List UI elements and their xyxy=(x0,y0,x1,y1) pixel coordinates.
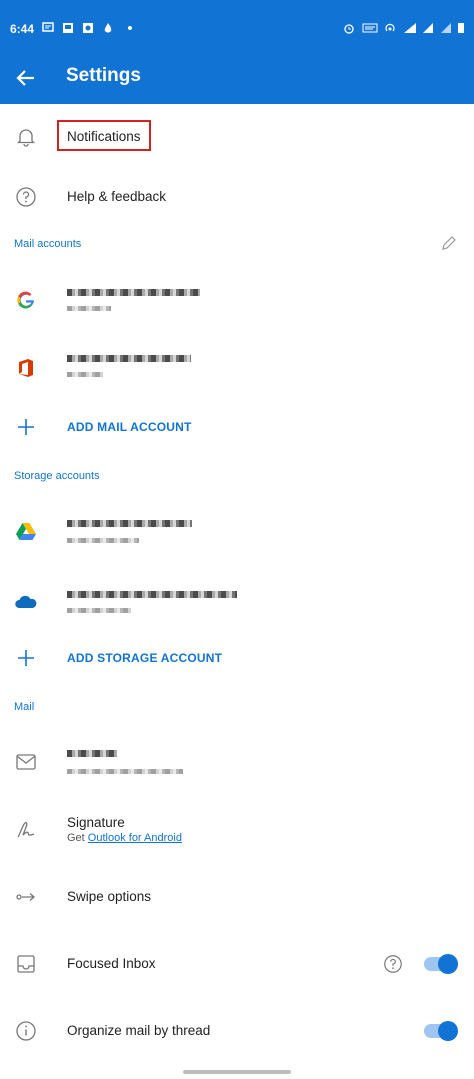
signal-icon xyxy=(423,23,433,33)
settings-item-focused-inbox[interactable]: Focused Inbox xyxy=(0,943,474,985)
app-notification-icon-2 xyxy=(83,23,93,33)
focused-inbox-label: Focused Inbox xyxy=(67,956,156,971)
storage-account-google-drive[interactable] xyxy=(0,510,474,558)
redacted-account-type xyxy=(67,372,103,377)
fire-icon xyxy=(104,23,112,33)
mail-envelope-icon xyxy=(16,754,36,770)
alarm-icon xyxy=(344,24,354,34)
redacted-email xyxy=(67,520,192,527)
volte-icon xyxy=(362,23,378,33)
lte-signal-icon xyxy=(404,23,416,33)
message-icon xyxy=(42,22,54,32)
default-mail-account-item[interactable] xyxy=(0,738,474,786)
help-feedback-label: Help & feedback xyxy=(67,189,167,204)
hotspot-icon xyxy=(385,23,395,32)
focused-inbox-help-icon[interactable] xyxy=(382,953,404,975)
google-drive-icon xyxy=(16,523,36,540)
signature-pen-icon xyxy=(17,821,35,838)
app-notification-icon xyxy=(63,23,73,33)
help-icon xyxy=(16,187,36,207)
redacted-email xyxy=(67,769,183,774)
settings-item-help[interactable]: Help & feedback xyxy=(0,176,474,218)
mail-account-google[interactable] xyxy=(0,276,474,324)
plus-icon xyxy=(18,650,34,666)
info-icon xyxy=(16,1021,36,1041)
outlook-for-android-link[interactable]: Outlook for Android xyxy=(88,832,182,844)
swipe-arrow-icon xyxy=(16,893,35,901)
plus-icon xyxy=(18,419,34,435)
add-mail-account-button[interactable]: ADD MAIL ACCOUNT xyxy=(0,408,474,448)
inbox-tray-icon xyxy=(17,955,35,973)
redacted-setting-title xyxy=(67,750,117,757)
storage-account-onedrive[interactable] xyxy=(0,578,474,626)
signature-label: Signature xyxy=(67,815,125,830)
mail-account-office[interactable] xyxy=(0,344,474,392)
add-mail-account-label: ADD MAIL ACCOUNT xyxy=(67,420,192,434)
bell-icon xyxy=(16,129,36,147)
redacted-email xyxy=(67,355,191,362)
gesture-nav-bar[interactable] xyxy=(183,1070,291,1074)
app-bar: Settings xyxy=(0,54,474,104)
storage-accounts-header: Storage accounts xyxy=(14,470,100,482)
focused-inbox-toggle[interactable] xyxy=(424,954,458,974)
organize-thread-toggle[interactable] xyxy=(424,1021,458,1041)
add-storage-account-label: ADD STORAGE ACCOUNT xyxy=(67,651,223,665)
redacted-account-type xyxy=(67,306,111,311)
settings-item-organize-by-thread[interactable]: Organize mail by thread xyxy=(0,1010,474,1052)
toggle-knob xyxy=(438,954,458,974)
status-time: 6:44 xyxy=(10,22,35,36)
page-title: Settings xyxy=(66,65,141,86)
wifi-icon xyxy=(441,23,451,33)
google-icon xyxy=(17,291,34,309)
office-icon xyxy=(19,359,33,377)
back-arrow-icon[interactable] xyxy=(14,66,38,90)
settings-item-swipe-options[interactable]: Swipe options xyxy=(0,876,474,918)
swipe-options-label: Swipe options xyxy=(67,889,152,904)
notifications-highlight-box xyxy=(57,120,151,151)
redacted-account-type xyxy=(67,538,139,543)
mail-section-header: Mail xyxy=(14,701,35,713)
toggle-knob xyxy=(438,1021,458,1041)
mail-accounts-header: Mail accounts xyxy=(14,238,82,250)
organize-thread-label: Organize mail by thread xyxy=(67,1023,211,1038)
status-bar: 6:44 xyxy=(0,0,474,54)
edit-pencil-icon[interactable] xyxy=(440,234,458,252)
signature-subtitle-prefix: Get xyxy=(67,832,88,844)
dot-icon xyxy=(128,26,132,30)
signature-subtitle: Get Outlook for Android xyxy=(67,832,182,844)
settings-item-signature[interactable]: Signature Get Outlook for Android xyxy=(0,806,474,854)
redacted-account-type xyxy=(67,608,131,613)
battery-icon xyxy=(458,23,464,33)
add-storage-account-button[interactable]: ADD STORAGE ACCOUNT xyxy=(0,639,474,679)
redacted-email xyxy=(67,591,237,598)
onedrive-icon xyxy=(15,595,37,608)
redacted-email xyxy=(67,289,200,296)
